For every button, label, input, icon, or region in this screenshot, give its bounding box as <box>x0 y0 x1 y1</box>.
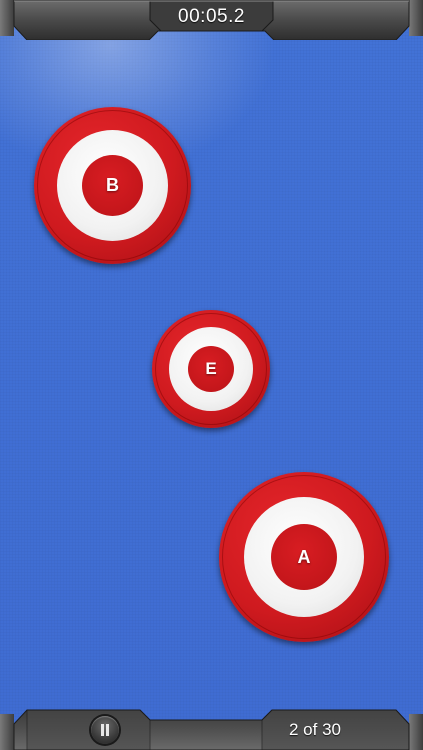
progress-counter: 2 of 30 <box>289 720 341 739</box>
timer-display: 00:05.2 <box>178 6 245 27</box>
pause-button[interactable] <box>91 716 119 744</box>
top-bar: 00:05.2 <box>0 0 423 40</box>
target-b[interactable]: B <box>34 107 191 264</box>
target-letter: E <box>205 359 217 378</box>
game-screen: 00:05.2 B E A 2 of 30 <box>0 0 423 750</box>
pause-icon <box>100 724 110 736</box>
target-e[interactable]: E <box>152 310 270 428</box>
target-letter: A <box>297 546 311 567</box>
bottom-bar: 2 of 30 <box>0 708 423 750</box>
target-letter: B <box>106 175 119 195</box>
target-a[interactable]: A <box>219 472 389 642</box>
